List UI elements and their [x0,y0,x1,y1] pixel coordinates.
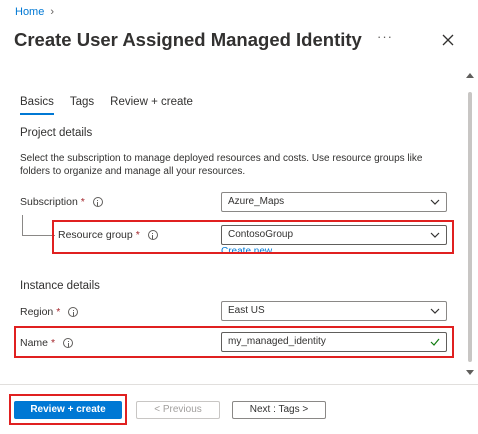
vertical-scrollbar[interactable] [464,66,476,384]
subscription-value: Azure_Maps [228,196,285,207]
more-options-button[interactable]: ··· [376,30,394,48]
tab-bar: Basics Tags Review + create [20,96,209,115]
scroll-up-arrow-icon[interactable] [466,72,474,78]
highlight-box [52,220,454,254]
breadcrumb: Home › [15,6,54,18]
subscription-label-text: Subscription [20,196,78,208]
region-value: East US [228,305,265,316]
next-tags-button[interactable]: Next : Tags > [232,401,326,419]
chevron-right-icon: › [50,6,55,18]
instance-details-heading: Instance details [20,280,100,292]
chevron-down-icon [430,199,440,205]
page-title: Create User Assigned Managed Identity [14,29,362,50]
subscription-label: Subscription * [20,196,103,208]
tree-connector [22,235,55,236]
info-icon[interactable] [68,307,79,317]
highlight-box [9,394,127,425]
footer-bar: Review + create < Previous Next : Tags > [0,384,478,434]
subscription-dropdown[interactable]: Azure_Maps [221,192,447,212]
required-marker: * [80,196,85,208]
tree-connector [22,215,23,235]
region-label-text: Region [20,306,54,318]
breadcrumb-home-link[interactable]: Home [15,6,44,18]
scrollbar-thumb[interactable] [468,92,472,362]
project-details-heading: Project details [20,127,93,139]
region-dropdown[interactable]: East US [221,301,447,321]
previous-button[interactable]: < Previous [136,401,220,419]
tab-basics[interactable]: Basics [20,96,54,115]
tab-review-create[interactable]: Review + create [110,96,193,115]
tab-tags[interactable]: Tags [70,96,94,115]
form-scroll-area: Basics Tags Review + create Project deta… [0,66,478,384]
required-marker: * [56,306,61,318]
project-details-description: Select the subscription to manage deploy… [20,153,423,177]
chevron-down-icon [430,308,440,314]
highlight-box [14,326,454,358]
scroll-down-arrow-icon[interactable] [466,370,474,376]
info-icon[interactable] [92,197,103,207]
close-icon [442,34,454,46]
region-label: Region * [20,306,79,318]
close-button[interactable] [438,30,458,50]
